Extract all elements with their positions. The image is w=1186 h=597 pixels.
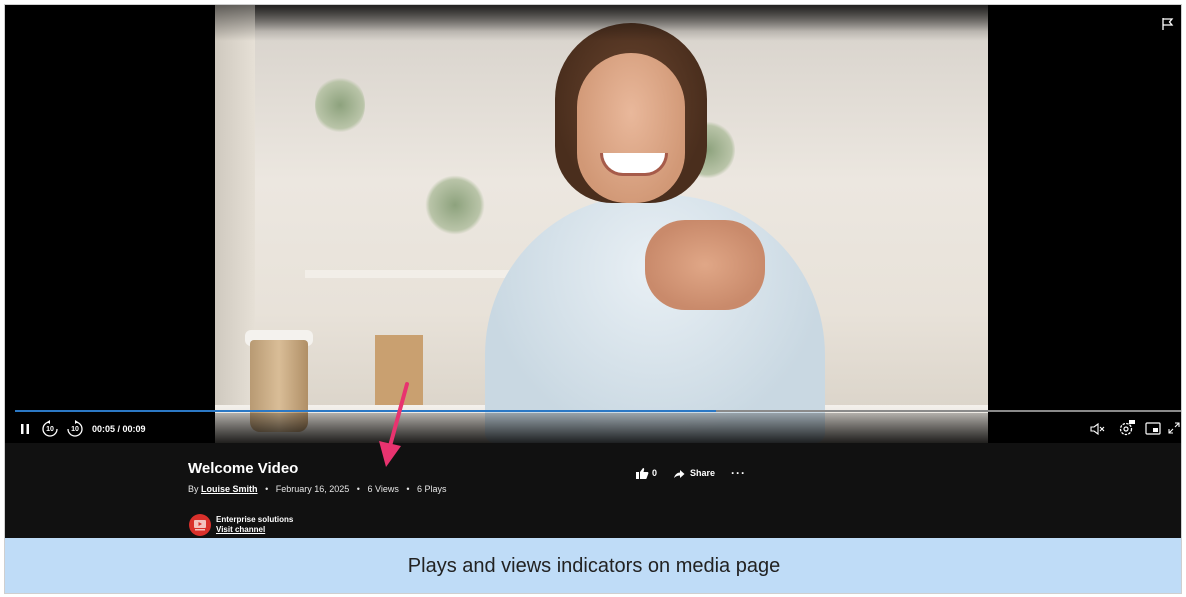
annotation-arrow-icon (379, 382, 409, 467)
